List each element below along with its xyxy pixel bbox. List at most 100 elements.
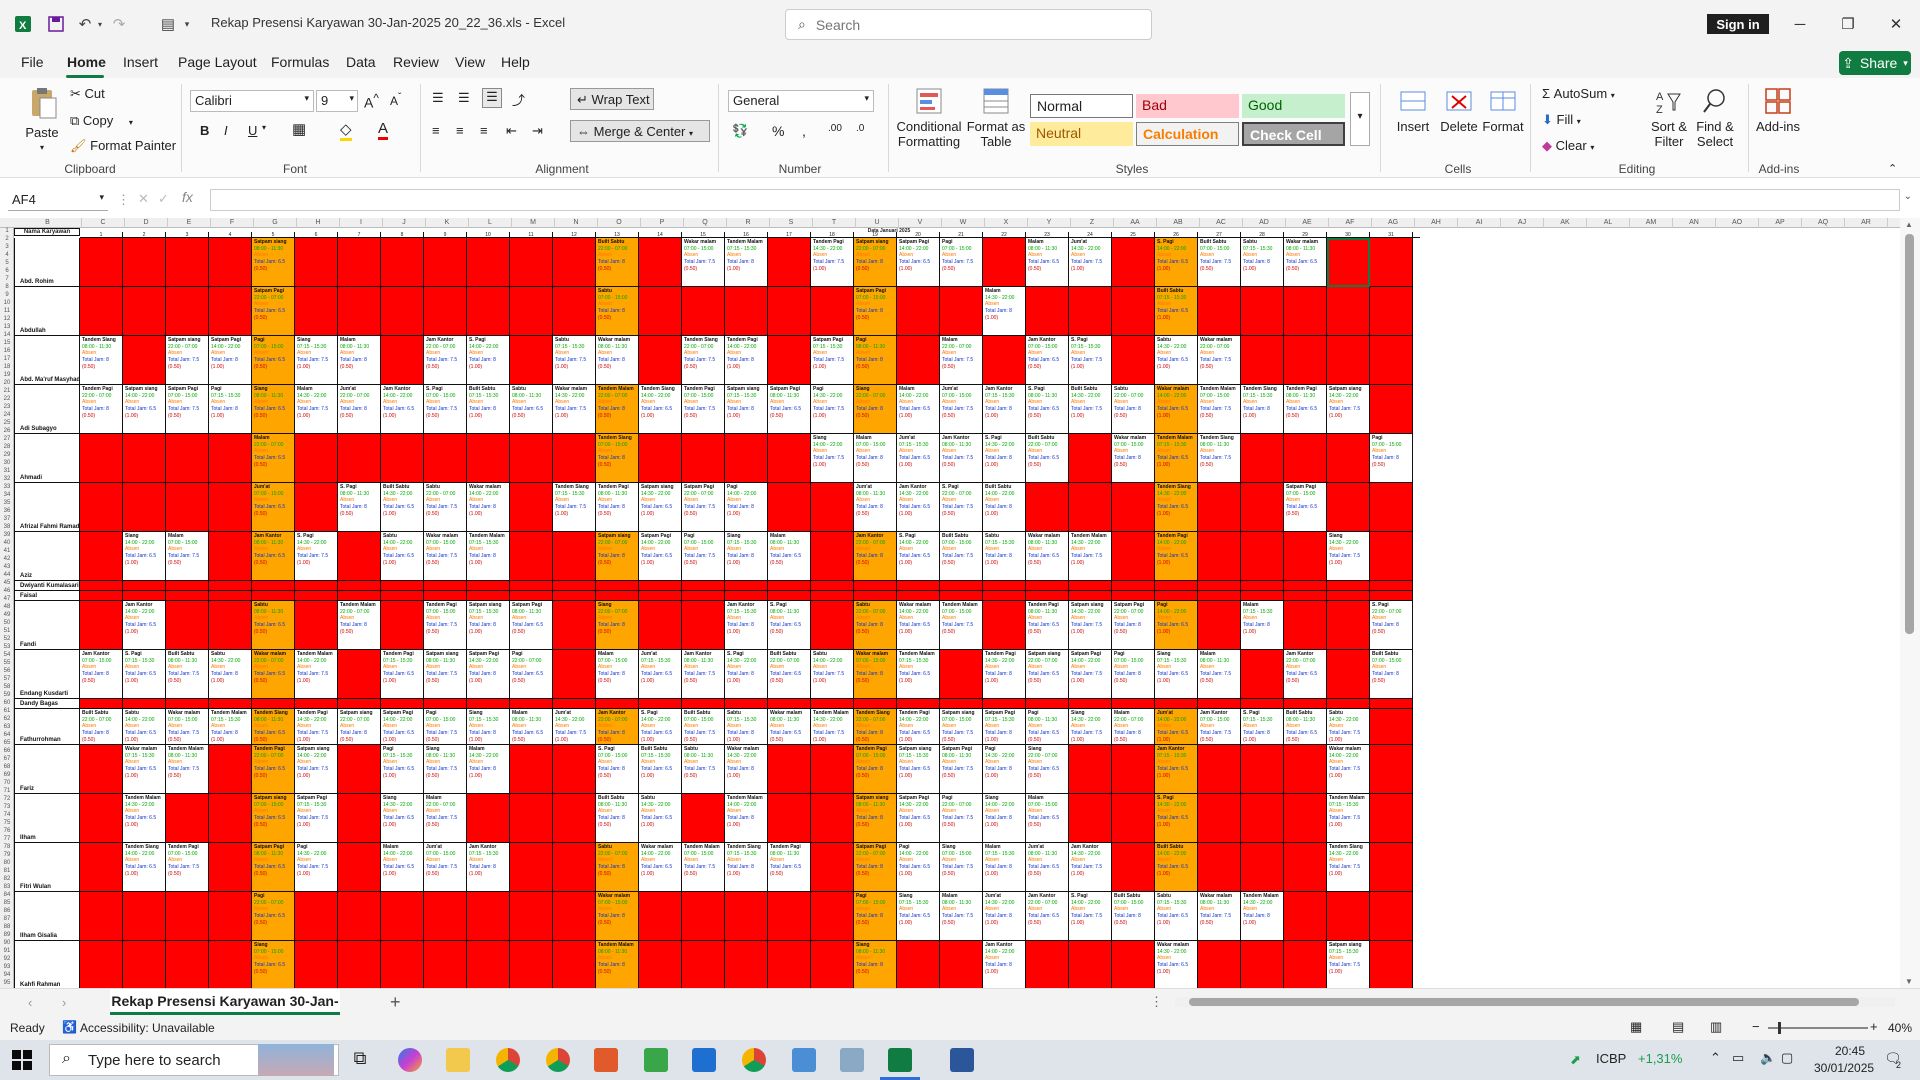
row-header[interactable]: 24 [0,412,14,420]
attendance-cell[interactable] [295,941,338,988]
name-box[interactable]: AF4 ▾ [8,189,108,211]
row-header[interactable]: 87 [0,916,14,924]
row-header[interactable]: 55 [0,660,14,668]
attendance-cell[interactable] [381,601,424,650]
attendance-cell[interactable]: Siang 07:15 - 15:30 Absen Total Jam: 7.5 (1.… [295,336,338,385]
row-header[interactable]: 42 [0,556,14,564]
attendance-cell[interactable] [424,591,467,601]
attendance-cell[interactable]: Tandem Pagi 14:00 - 22:00 Absen Total Jam: … [897,709,940,745]
employee-name-cell[interactable] [14,591,80,601]
attendance-cell[interactable] [123,483,166,532]
attendance-cell[interactable]: Jam Kantor 07:15 - 15:30 Absen Total Jam: 8… [983,385,1026,434]
row-header[interactable]: 25 [0,420,14,428]
attendance-cell[interactable] [467,794,510,843]
attendance-cell[interactable] [1069,745,1112,794]
attendance-cell[interactable] [209,699,252,709]
attendance-cell[interactable] [1069,434,1112,483]
attendance-cell[interactable] [553,287,596,336]
attendance-cell[interactable]: Jam Kantor 22:00 - 07:00 Absen Total Jam: 7… [424,336,467,385]
attendance-cell[interactable]: Pagi 07:00 - 15:00 Absen Total Jam: 8 (0.50) [1370,434,1413,483]
attendance-cell[interactable]: Sabtu 14:00 - 22:00 Absen Total Jam: 7.5 (1.… [811,650,854,699]
attendance-cell[interactable]: Satpam siang 08:00 - 11:30 Absen Total Jam:… [854,794,897,843]
attendance-cell[interactable]: Jum'at 14:30 - 22:00 Absen Total Jam: 7.5 (1… [1069,238,1112,287]
attendance-cell[interactable]: S. Pagi 07:15 - 15:30 Absen Total Jam: 7.5(… [1069,336,1112,385]
attendance-cell[interactable]: Jam Kantor 07:15 - 15:30 Absen Total Jam: 8… [467,843,510,892]
attendance-cell[interactable] [381,591,424,601]
attendance-cell[interactable]: Malam 22:00 - 07:00 Absen Total Jam: 6.5 (0.… [252,434,295,483]
attendance-cell[interactable] [1241,794,1284,843]
tab-data[interactable]: Data [346,54,376,70]
attendance-cell[interactable]: Pagi 14:00 - 22:00 Absen Total Jam: 6.5 (1.0… [1155,601,1198,650]
attendance-cell[interactable]: Wakar malam 07:00 - 15:00 Absen Total Jam: … [682,238,725,287]
attendance-cell[interactable]: Satpam siang 07:15 - 15:30 Absen Total Jam:… [725,385,768,434]
chevron-down-icon[interactable]: ▾ [262,123,266,132]
column-header[interactable]: L [469,218,512,228]
attendance-cell[interactable]: Satpam siang 22:00 - 07:00 Absen Total Jam:… [854,238,897,287]
row-header[interactable]: 53 [0,644,14,652]
attendance-cell[interactable]: Wakar malam 07:00 - 15:00 Absen Total Jam: … [424,532,467,581]
attendance-cell[interactable] [123,434,166,483]
attendance-cell[interactable]: Satpam Pagi 14:30 - 22:00 Absen Total Jam: … [897,794,940,843]
attendance-cell[interactable] [811,941,854,988]
row-header[interactable]: 13 [0,324,14,332]
attendance-cell[interactable] [1026,699,1069,709]
attendance-cell[interactable] [338,843,381,892]
attendance-cell[interactable]: Tandem Malam 07:00 - 15:00 Absen Total Jam:… [682,843,725,892]
attendance-cell[interactable] [1370,843,1413,892]
attendance-cell[interactable] [209,532,252,581]
close-icon[interactable]: ✕ [1876,12,1916,36]
attendance-cell[interactable] [1112,287,1155,336]
attendance-cell[interactable] [338,581,381,591]
row-header[interactable]: 26 [0,428,14,436]
attendance-cell[interactable] [1112,336,1155,385]
attendance-cell[interactable] [940,581,983,591]
row-header[interactable]: 59 [0,692,14,700]
attendance-cell[interactable] [1069,699,1112,709]
attendance-cell[interactable]: Satpam Pagi 22:00 - 07:00 Absen Total Jam: … [682,483,725,532]
attendance-cell[interactable] [166,794,209,843]
row-header[interactable]: 92 [0,956,14,964]
attendance-cell[interactable] [596,581,639,591]
attendance-cell[interactable] [166,941,209,988]
attendance-cell[interactable]: Sabtu 14:00 - 22:00 Absen Total Jam: 6.5 (1.… [123,709,166,745]
attendance-cell[interactable] [1155,591,1198,601]
row-header[interactable]: 61 [0,708,14,716]
attendance-cell[interactable]: Jam Kantor 22:00 - 07:00 Absen Total Jam: 6… [1026,892,1069,941]
attendance-cell[interactable]: Tandem Siang 08:00 - 11:30 Absen Total Jam:… [1198,434,1241,483]
row-header[interactable]: 6 [0,268,14,276]
column-header[interactable]: Z [1071,218,1114,228]
attendance-cell[interactable]: Jam Kantor 14:30 - 22:00 Absen Total Jam: 7… [1069,843,1112,892]
attendance-cell[interactable] [295,434,338,483]
attendance-cell[interactable]: Satpam Pagi 07:15 - 15:30 Absen Total Jam: … [811,336,854,385]
attendance-cell[interactable] [166,591,209,601]
attendance-cell[interactable] [1370,709,1413,745]
save-icon[interactable] [44,12,68,36]
attendance-cell[interactable] [940,650,983,699]
attendance-cell[interactable] [80,843,123,892]
attendance-cell[interactable] [510,287,553,336]
column-header[interactable]: C [82,218,125,228]
attendance-cell[interactable]: Pagi 07:00 - 15:00 Absen Total Jam: 7.5 (0.5… [424,709,467,745]
attendance-cell[interactable] [553,650,596,699]
share-button[interactable]: ⇪ Share ▾ [1839,51,1911,75]
attendance-cell[interactable]: Satpam Pagi 22:00 - 07:00 Absen Total Jam: … [252,287,295,336]
row-header[interactable]: 11 [0,308,14,316]
employee-name-cell[interactable] [14,745,80,794]
insert-function-icon[interactable]: fx [182,189,193,205]
attendance-cell[interactable]: Wakar malam 08:00 - 11:30 Absen Total Jam: … [1284,238,1327,287]
attendance-cell[interactable] [381,434,424,483]
attendance-cell[interactable]: Satpam Pagi 22:00 - 07:00 Absen Total Jam: … [1112,601,1155,650]
attendance-cell[interactable]: Malam 08:00 - 11:30 Absen Total Jam: 6.5 (0.… [1026,238,1069,287]
attendance-cell[interactable] [725,591,768,601]
attendance-cell[interactable] [1198,483,1241,532]
attendance-cell[interactable] [338,532,381,581]
attendance-cell[interactable]: Siang 14:00 - 22:00 Absen Total Jam: 7.5 (1.… [811,434,854,483]
attendance-cell[interactable] [1284,581,1327,591]
underline-icon[interactable]: U [248,123,257,138]
attendance-grid[interactable]: Nama Karyawan Data Januari 2025 12345678… [14,228,1654,988]
attendance-cell[interactable]: Pagi 14:30 - 22:00 Absen Total Jam: 7.5 (1.0… [295,843,338,892]
tab-review[interactable]: Review [393,54,439,70]
chrome-profile-icon[interactable] [546,1048,570,1072]
attendance-cell[interactable]: Siang 14:30 - 22:00 Absen Total Jam: 7.5 (1.… [1069,709,1112,745]
attendance-cell[interactable] [811,581,854,591]
